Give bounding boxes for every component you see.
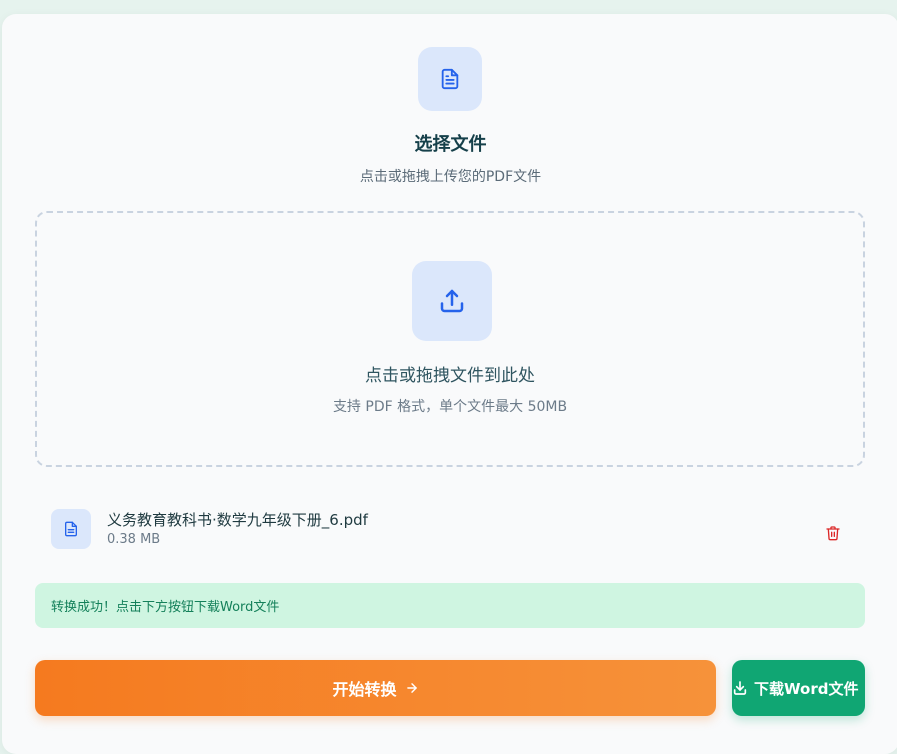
selected-file-item: 义务教育教科书·数学九年级下册_6.pdf 0.38 MB [35,501,865,553]
file-size: 0.38 MB [107,532,161,547]
arrow-right-icon [406,683,417,693]
dropzone-hint: 支持 PDF 格式，单个文件最大 50MB [332,399,568,415]
section-subtitle: 点击或拖拽上传您的PDF文件 [359,169,542,185]
file-text-icon [51,509,91,549]
download-word-button[interactable]: 下载Word文件 [732,660,865,716]
file-dropzone[interactable]: 点击或拖拽文件到此处 支持 PDF 格式，单个文件最大 50MB [35,211,865,467]
converter-card: 选择文件 点击或拖拽上传您的PDF文件 点击或拖拽文件到此处 支持 PDF 格式… [2,14,897,754]
download-icon [733,681,747,695]
section-title: 选择文件 [414,134,487,155]
dropzone-main-text: 点击或拖拽文件到此处 [365,366,535,386]
start-convert-button[interactable]: 开始转换 [35,660,716,716]
convert-button-label: 开始转换 [332,680,397,699]
download-button-label: 下载Word文件 [754,679,859,698]
upload-icon [412,261,492,341]
file-text-icon [418,47,482,111]
file-name: 义务教育教科书·数学九年级下册_6.pdf [107,511,368,529]
delete-file-button[interactable] [823,523,843,543]
trash-icon [826,526,840,541]
success-message: 转换成功！点击下方按钮下载Word文件 [35,583,865,628]
